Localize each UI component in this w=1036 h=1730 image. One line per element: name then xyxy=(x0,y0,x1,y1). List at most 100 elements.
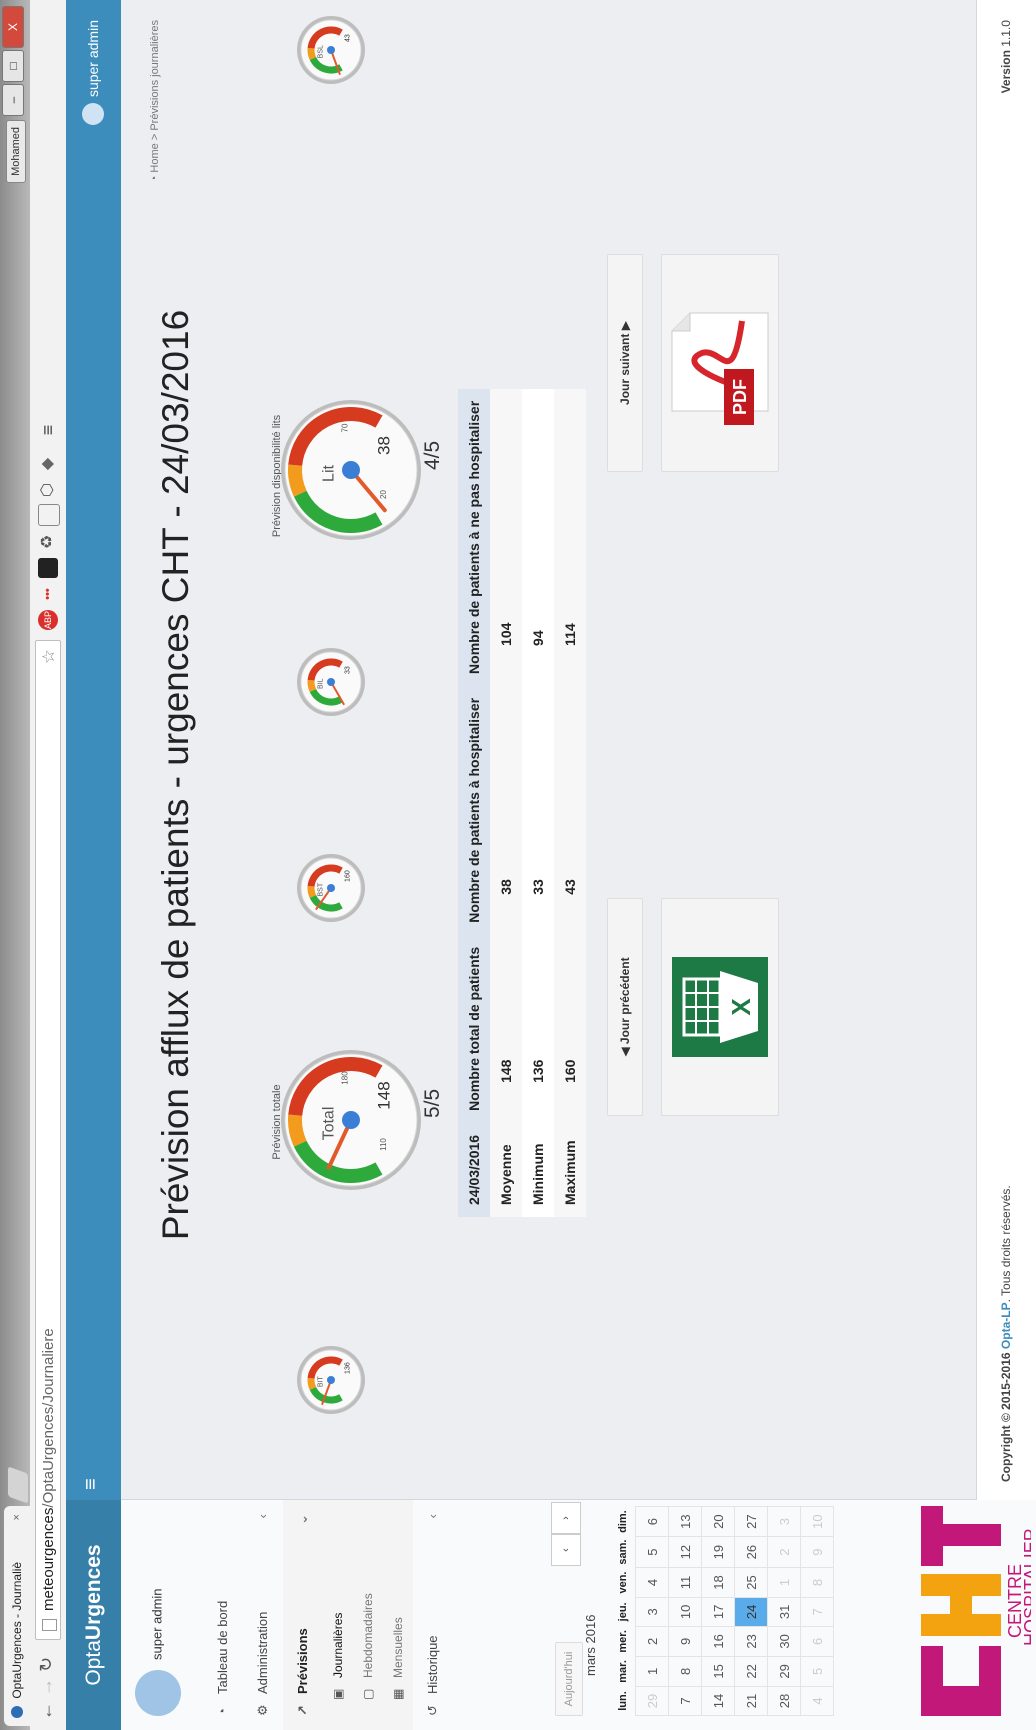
close-window-button[interactable]: X xyxy=(2,6,24,48)
calendar-day[interactable]: 28 xyxy=(767,1686,801,1716)
calendar-day[interactable]: 5 xyxy=(635,1536,669,1568)
calendar-day[interactable]: 7 xyxy=(668,1686,702,1716)
sidebar-item-label: Mensuelles xyxy=(391,1617,405,1678)
calendar-day[interactable]: 5 xyxy=(800,1656,834,1687)
company-link[interactable]: Opta-LP xyxy=(999,1302,1013,1349)
calendar-day[interactable]: 23 xyxy=(734,1626,768,1657)
calendar-day[interactable]: 8 xyxy=(800,1567,834,1598)
calendar-prev-button[interactable]: ‹ xyxy=(551,1534,581,1566)
weekday-label: jeu. xyxy=(617,1602,629,1622)
calendar-day[interactable]: 18 xyxy=(701,1567,735,1598)
weekday-label: mer. xyxy=(617,1630,629,1653)
sidebar-item-journalieres[interactable]: ▣ Journalières xyxy=(323,1500,353,1730)
export-pdf-button[interactable]: PDF xyxy=(661,254,779,472)
calendar-days: 29 1 2 3 4 5 6 7 8 9 10 11 12 13 14 15 16 17 18 19 20 21 22 23 2… xyxy=(635,1506,834,1716)
sidebar-item-dashboard[interactable]: ◔ Tableau de bord xyxy=(203,1500,243,1730)
gauge-center-label: Total xyxy=(321,1107,338,1141)
calendar-day[interactable]: 14 xyxy=(701,1686,735,1716)
calendar-day[interactable]: 8 xyxy=(668,1656,702,1687)
calendar-day[interactable]: 9 xyxy=(800,1536,834,1568)
today-button[interactable]: Aujourd'hui xyxy=(555,1642,583,1716)
browser-tab[interactable]: OptaUrgences - Journaliè × xyxy=(4,1506,30,1726)
sidebar-item-administration[interactable]: ⚙ Administration ‹ xyxy=(243,1500,283,1730)
calendar-day[interactable]: 30 xyxy=(767,1626,801,1657)
calendar-day[interactable]: 24 xyxy=(734,1597,768,1627)
gauge-center-label: BSL xyxy=(318,45,325,58)
next-day-button[interactable]: Jour suivant ▶ xyxy=(607,254,643,472)
calendar-day[interactable]: 7 xyxy=(800,1597,834,1627)
maximize-button[interactable]: □ xyxy=(2,50,24,82)
calendar-day[interactable]: 6 xyxy=(800,1626,834,1657)
calendar-day[interactable]: 13 xyxy=(668,1506,702,1537)
calendar-day[interactable]: 1 xyxy=(767,1567,801,1598)
calendar-next-button[interactable]: › xyxy=(551,1502,581,1534)
hexagon-icon[interactable]: ⬡ xyxy=(38,480,58,500)
export-excel-button[interactable]: X xyxy=(661,898,779,1116)
calendar-day[interactable]: 3 xyxy=(635,1597,669,1627)
calendar-day[interactable]: 29 xyxy=(767,1656,801,1687)
calendar-day[interactable]: 25 xyxy=(734,1567,768,1598)
calendar-day[interactable]: 20 xyxy=(701,1506,735,1537)
address-bar[interactable]: meteourgences/OptaUrgences/Journaliere ☆ xyxy=(35,640,61,1640)
shield-icon[interactable]: ◆ xyxy=(38,454,58,474)
score-total: 5/5 xyxy=(421,1088,444,1118)
header-user-menu[interactable]: super admin xyxy=(82,20,104,126)
tab-close-icon[interactable]: × xyxy=(4,1514,30,1520)
table-header-cell: Nombre de patients à hospitaliser xyxy=(458,685,490,935)
calendar-day[interactable]: 19 xyxy=(701,1536,735,1568)
calendar-week-row: 7 8 9 10 11 12 13 xyxy=(668,1506,702,1716)
extension-box-icon[interactable] xyxy=(38,504,60,526)
calendar-day[interactable]: 11 xyxy=(668,1567,702,1598)
bookmark-star-icon[interactable]: ☆ xyxy=(36,649,62,664)
table-cell: 94 xyxy=(530,630,546,646)
calendar-day[interactable]: 10 xyxy=(668,1597,702,1627)
calendar-day[interactable]: 4 xyxy=(635,1567,669,1598)
sidebar-item-previsions[interactable]: ↗ Prévisions ⌄ xyxy=(283,1500,323,1730)
reload-icon[interactable]: ↻ xyxy=(36,1657,57,1672)
new-tab-button[interactable] xyxy=(8,1466,28,1504)
pdf-icon: PDF xyxy=(671,312,769,425)
calendar-day[interactable]: 15 xyxy=(701,1656,735,1687)
table-row: Moyenne 148 38 104 xyxy=(490,388,522,1217)
calendar-day[interactable]: 16 xyxy=(701,1626,735,1657)
calendar-day[interactable]: 10 xyxy=(800,1506,834,1537)
adblock-icon[interactable]: ABP xyxy=(38,610,58,630)
browser-profile[interactable]: Mohamed xyxy=(6,120,26,183)
url-path: /OptaUrgences/Journaliere xyxy=(40,1328,57,1508)
table-cell: 136 xyxy=(530,1059,546,1083)
lastpass-icon[interactable]: ••• xyxy=(38,584,58,604)
calendar-day[interactable]: 2 xyxy=(635,1626,669,1657)
calendar-day[interactable]: 31 xyxy=(767,1597,801,1627)
previous-day-label: Jour précédent xyxy=(618,957,632,1045)
calendar-day[interactable]: 1 xyxy=(635,1656,669,1687)
recycle-icon[interactable]: ♻ xyxy=(38,532,58,552)
calendar-day[interactable]: 9 xyxy=(668,1626,702,1657)
app-logo[interactable]: OptaUrgences xyxy=(66,1500,121,1730)
sidebar-item-mensuelles[interactable]: ▦ Mensuelles xyxy=(383,1500,413,1730)
back-icon[interactable]: ← xyxy=(36,1702,57,1720)
calendar-day[interactable]: 29 xyxy=(635,1686,669,1716)
gauge-hub xyxy=(327,46,335,54)
minimize-button[interactable]: – xyxy=(2,84,24,116)
extension-dark-icon[interactable] xyxy=(38,558,58,578)
table-header-cell: Nombre total de patients xyxy=(458,934,490,1123)
calendar-day[interactable]: 3 xyxy=(767,1506,801,1537)
calendar-day[interactable]: 26 xyxy=(734,1536,768,1568)
calendar-day[interactable]: 17 xyxy=(701,1597,735,1627)
calendar-day[interactable]: 4 xyxy=(800,1686,834,1716)
gauge-center-label: BST xyxy=(318,882,325,896)
app-header: OptaUrgences ≡ super admin xyxy=(66,0,121,1730)
sidebar-item-hebdomadaires[interactable]: ▢ Hebdomadaires xyxy=(353,1500,383,1730)
sidebar-item-historique[interactable]: ↺ Historique ‹ xyxy=(413,1500,453,1730)
browser-menu-icon[interactable]: ≡ xyxy=(38,420,58,440)
calendar-day[interactable]: 21 xyxy=(734,1686,768,1716)
calendar-day[interactable]: 22 xyxy=(734,1656,768,1687)
calendar-day[interactable]: 2 xyxy=(767,1536,801,1568)
calendar-header: Aujourd'hui ‹ › mars 2016 xyxy=(551,1502,611,1716)
previous-day-button[interactable]: ◀ Jour précédent xyxy=(607,898,643,1116)
calendar-day[interactable]: 27 xyxy=(734,1506,768,1537)
forward-icon[interactable]: → xyxy=(36,1678,57,1696)
calendar-day[interactable]: 12 xyxy=(668,1536,702,1568)
sidebar-toggle-icon[interactable]: ≡ xyxy=(80,1478,103,1490)
calendar-day[interactable]: 6 xyxy=(635,1506,669,1537)
